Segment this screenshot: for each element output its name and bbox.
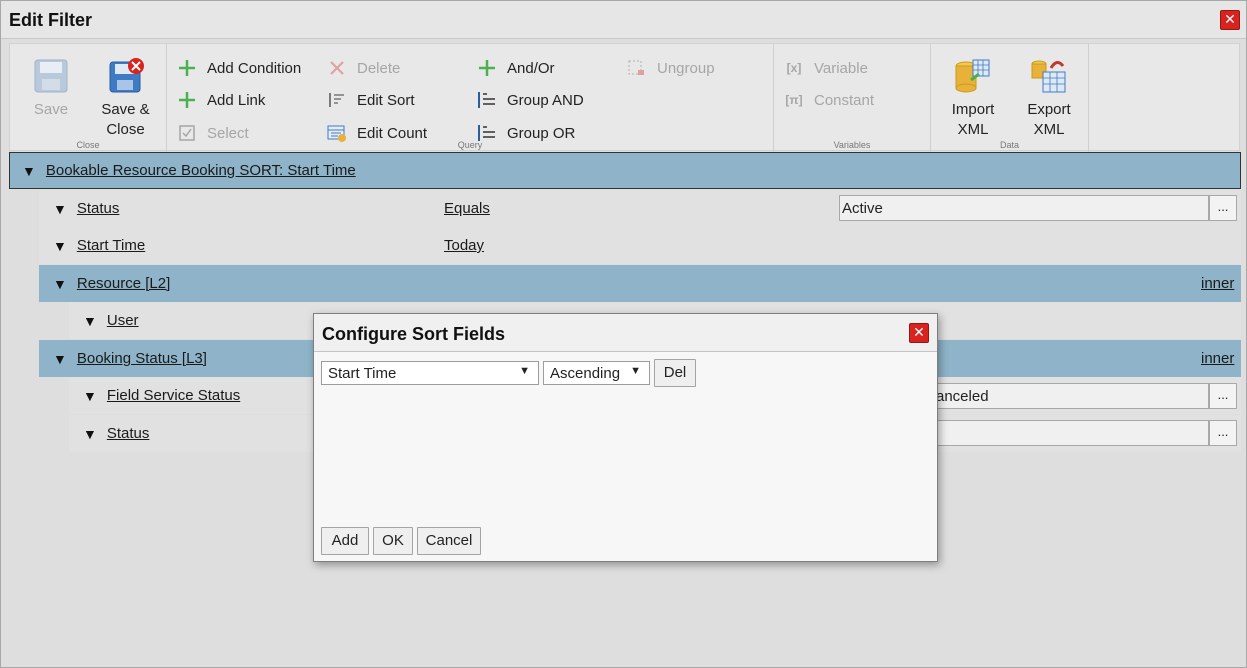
- variables-group: [x] Variable [π] Constant Variables: [774, 44, 931, 152]
- delete-sort-button[interactable]: Del: [654, 359, 696, 387]
- condition-operator-equals[interactable]: Equals: [444, 200, 490, 217]
- close-group-label: Close: [76, 140, 100, 150]
- ribbon-toolbar: Save Save & Close Close Add Condition Ad…: [9, 43, 1240, 152]
- ungroup-button[interactable]: Ungroup: [627, 57, 715, 79]
- group-and-button[interactable]: Group AND: [477, 89, 584, 111]
- query-group-label: Query: [457, 140, 483, 150]
- edit-sort-button[interactable]: Edit Sort: [327, 89, 415, 111]
- window-titlebar: Edit Filter ✕: [1, 1, 1246, 39]
- link-entity-row-resource[interactable]: ▼ Resource [L2]: [39, 265, 1241, 302]
- cancel-button[interactable]: Cancel: [417, 527, 481, 555]
- root-entity-row[interactable]: ▼ Bookable Resource Booking SORT: Start …: [9, 152, 1241, 189]
- ungroup-icon: [627, 58, 647, 78]
- export-xml-icon: [1031, 60, 1066, 93]
- data-group-label: Data: [999, 140, 1019, 150]
- plus-icon: [177, 58, 197, 78]
- value-picker-button[interactable]: ...: [1209, 383, 1237, 409]
- condition-operator-today[interactable]: Today: [444, 237, 484, 254]
- collapse-triangle-icon[interactable]: ▼: [83, 313, 97, 329]
- plus-icon: [477, 58, 497, 78]
- condition-field-start-time[interactable]: Start Time: [77, 237, 145, 254]
- dropdown-arrow-icon: ▼: [630, 365, 641, 377]
- import-xml-button[interactable]: Import XML: [943, 56, 1003, 140]
- group-icon: [477, 90, 497, 110]
- window-title: Edit Filter: [9, 10, 93, 30]
- close-group: Save Save & Close Close: [10, 44, 167, 152]
- and-or-button[interactable]: And/Or: [477, 57, 555, 79]
- data-group: Import XML Export XML Data: [931, 44, 1089, 152]
- variables-group-label: Variables: [833, 140, 871, 150]
- import-xml-icon: [955, 59, 990, 93]
- value-picker-button[interactable]: ...: [1209, 420, 1237, 446]
- variable-button[interactable]: [x] Variable: [784, 57, 868, 79]
- collapse-triangle-icon[interactable]: ▼: [83, 388, 97, 404]
- condition-field-status[interactable]: Status: [77, 200, 120, 217]
- condition-row-start-time: ▼ Start Time: [39, 227, 1241, 264]
- join-type-booking-status[interactable]: inner: [1201, 350, 1234, 367]
- sort-field-select[interactable]: Start Time ▼: [321, 361, 539, 385]
- collapse-triangle-icon[interactable]: ▼: [53, 276, 67, 292]
- condition-value-status[interactable]: Active: [839, 195, 1209, 221]
- variable-icon: [x]: [786, 61, 802, 75]
- export-xml-button[interactable]: Export XML: [1019, 56, 1079, 140]
- delete-button[interactable]: Delete: [327, 57, 400, 79]
- add-condition-button[interactable]: Add Condition: [177, 57, 301, 79]
- root-entity-label[interactable]: Bookable Resource Booking SORT: Start Ti…: [46, 162, 356, 179]
- add-link-button[interactable]: Add Link: [177, 89, 265, 111]
- collapse-triangle-icon[interactable]: ▼: [53, 201, 67, 217]
- sort-icon: [327, 90, 347, 110]
- save-button[interactable]: Save: [26, 58, 76, 120]
- add-sort-button[interactable]: Add: [321, 527, 369, 555]
- query-group: Add Condition Add Link Select Delete Edi…: [167, 44, 774, 152]
- constant-button[interactable]: [π] Constant: [784, 89, 874, 111]
- dialog-titlebar: Configure Sort Fields ✕: [314, 314, 937, 352]
- plus-icon: [177, 90, 197, 110]
- sort-order-select[interactable]: Ascending ▼: [543, 361, 650, 385]
- dropdown-arrow-icon: ▼: [519, 365, 530, 377]
- collapse-triangle-icon[interactable]: ▼: [53, 238, 67, 254]
- value-picker-button[interactable]: ...: [1209, 195, 1237, 221]
- save-icon: [34, 59, 68, 93]
- condition-field-status-2[interactable]: Status: [107, 425, 150, 442]
- x-icon: [327, 58, 347, 78]
- constant-icon: [π]: [785, 93, 803, 107]
- join-type-resource[interactable]: inner: [1201, 275, 1234, 292]
- window-close-icon[interactable]: ✕: [1220, 10, 1240, 30]
- collapse-triangle-icon[interactable]: ▼: [83, 426, 97, 442]
- collapse-triangle-icon[interactable]: ▼: [53, 351, 67, 367]
- save-close-icon: [109, 58, 144, 93]
- configure-sort-dialog: Configure Sort Fields ✕ Start Time ▼ Asc…: [313, 313, 938, 562]
- dialog-close-icon[interactable]: ✕: [909, 323, 929, 343]
- save-close-button[interactable]: Save & Close: [98, 58, 153, 140]
- link-entity-resource[interactable]: Resource [L2]: [77, 275, 170, 292]
- condition-field-fss[interactable]: Field Service Status: [107, 387, 240, 404]
- ok-button[interactable]: OK: [373, 527, 413, 555]
- link-entity-booking-status[interactable]: Booking Status [L3]: [77, 350, 207, 367]
- condition-field-user[interactable]: User: [107, 312, 139, 329]
- edit-filter-window: Edit Filter ✕ Save Save & Close Close Ad…: [0, 0, 1247, 668]
- dialog-title: Configure Sort Fields: [322, 324, 506, 344]
- collapse-triangle-icon[interactable]: ▼: [22, 163, 36, 179]
